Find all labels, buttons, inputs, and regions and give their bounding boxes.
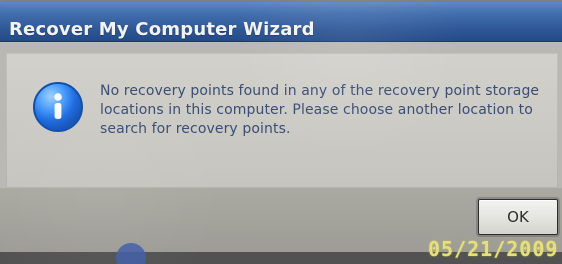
information-icon	[33, 82, 83, 132]
title-bar: Recover My Computer Wizard	[0, 2, 562, 42]
photo-frame: Recover My Computer Wizard No recovery p…	[0, 0, 562, 264]
camera-date-stamp: 05/21/2009	[428, 237, 559, 261]
window-title: Recover My Computer Wizard	[9, 19, 315, 40]
dialog-message: No recovery points found in any of the r…	[100, 83, 540, 137]
recover-my-computer-dialog: Recover My Computer Wizard No recovery p…	[0, 2, 562, 252]
ok-button[interactable]: OK	[478, 199, 558, 235]
